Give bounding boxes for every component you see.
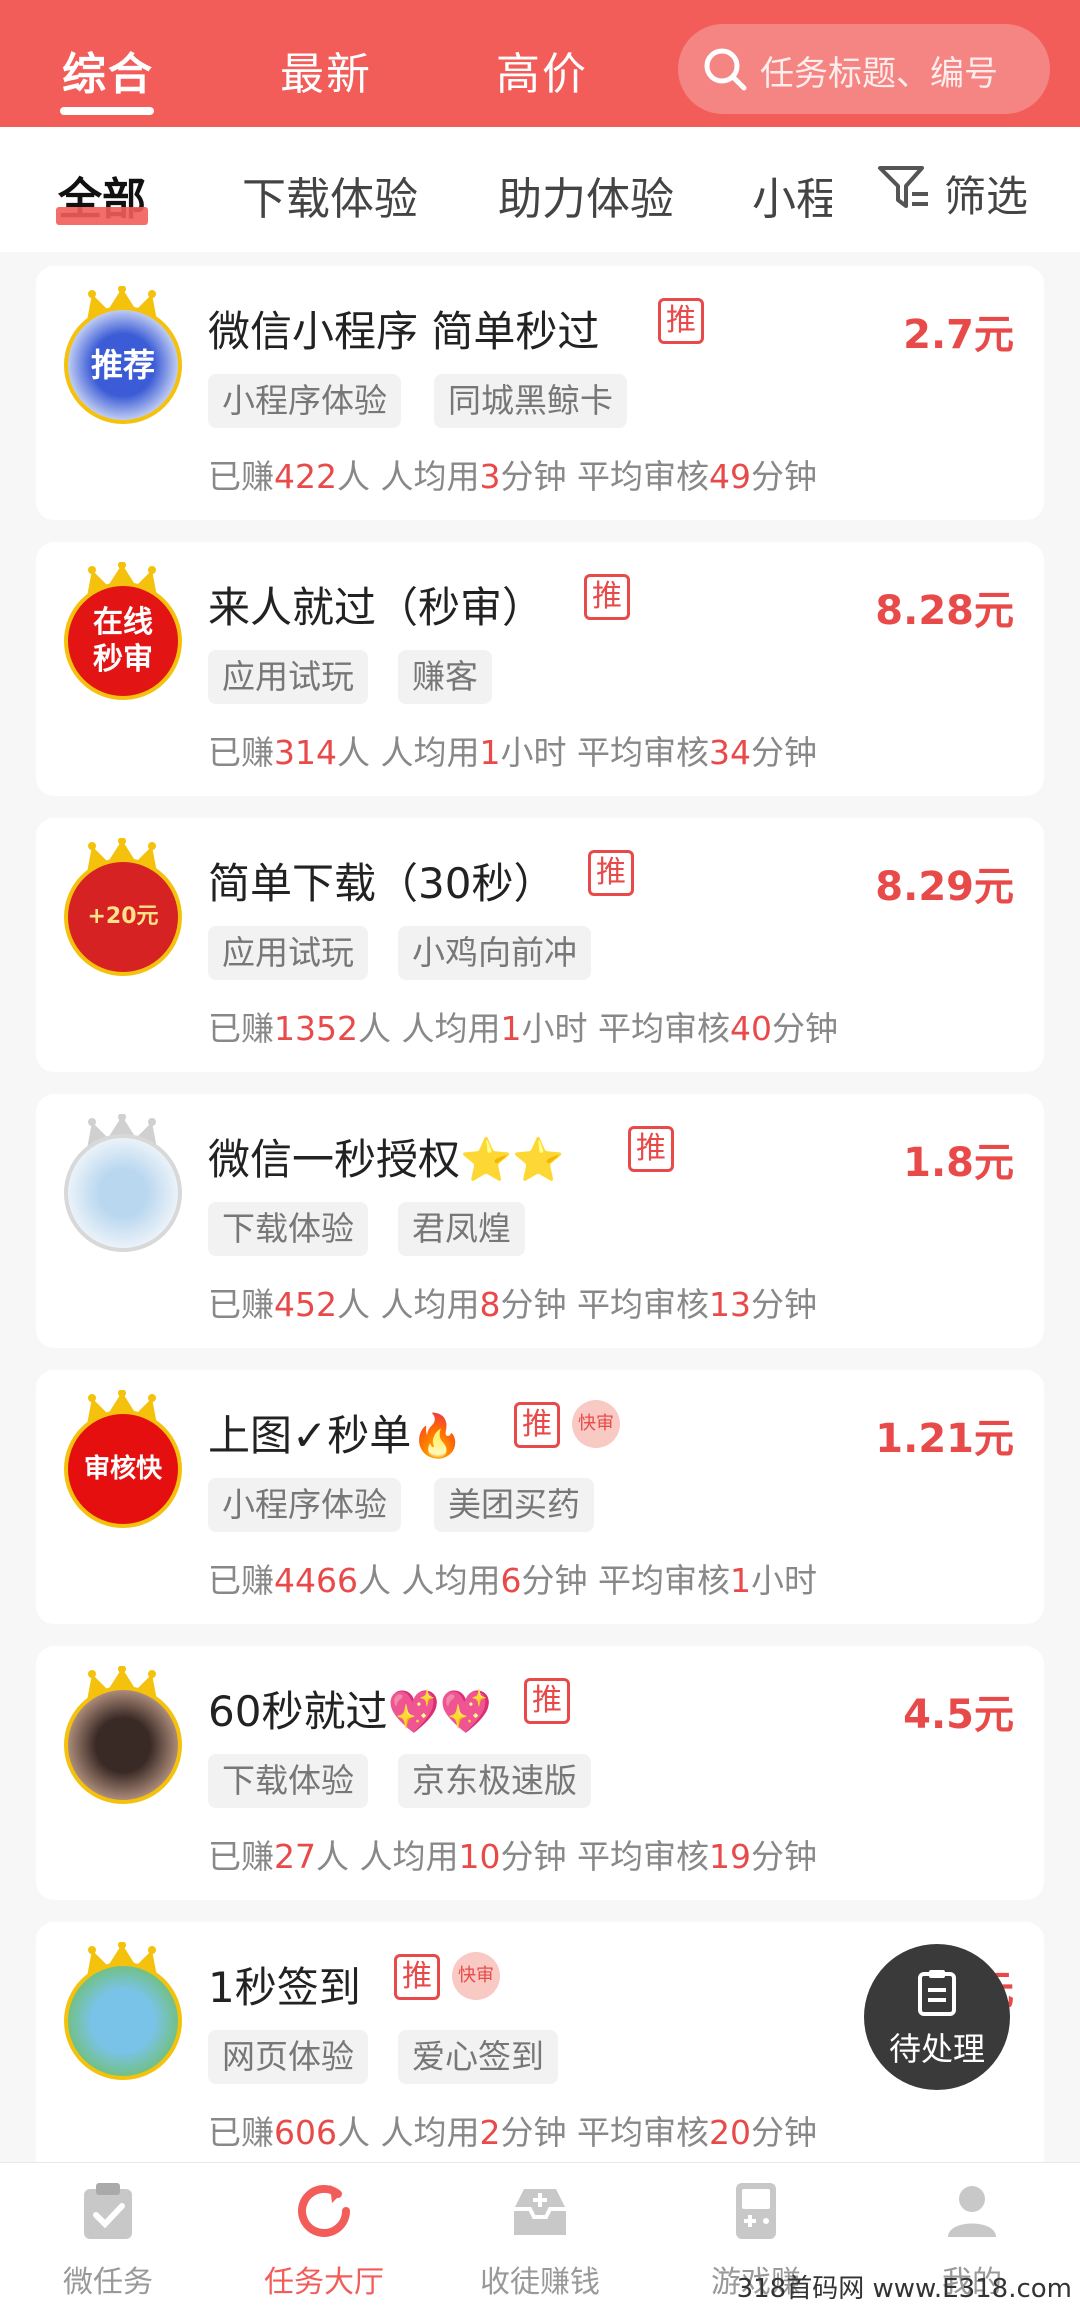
task-title: 1秒签到 [208,1963,361,2012]
avatar-text: +20元 [87,904,159,930]
recommend-badge: 推 [658,298,704,344]
recommend-badge: 推 [584,574,630,620]
watermark: 318首码网 www.E318.com [736,2274,1072,2304]
task-tag: 美团买药 [434,1478,594,1532]
task-avatar [64,1962,182,2080]
refresh-icon [298,2184,350,2237]
task-stats: 已赚606人 人均用2分钟 平均审核20分钟 [208,2113,817,2152]
task-avatar [64,1686,182,1804]
task-stats: 已赚314人 人均用1小时 平均审核34分钟 [208,733,817,772]
task-price: 4.5元 [903,1692,1014,1738]
recommend-badge: 推 [514,1402,560,1448]
task-tag: 小程序体验 [208,374,401,428]
task-title: 60秒就过💖💖 [208,1687,493,1736]
pending-label: 待处理 [888,2030,985,2068]
task-card[interactable]: +20元 简单下载（30秒） 推 8.29元应用试玩 小鸡向前冲已赚1352人 人均用1… [36,818,1044,1072]
nav-recruit[interactable]: 收徒赚钱 [432,2163,648,2305]
task-tag: 下载体验 [208,1202,368,1256]
task-stats: 已赚1352人 人均用1小时 平均审核40分钟 [208,1009,838,1048]
task-tag: 京东极速版 [398,1754,591,1808]
top-header: 综合 最新 高价 任务标题、编号 [0,0,1080,127]
task-tag: 应用试玩 [208,926,368,980]
task-avatar [64,1134,182,1252]
task-price: 1.8元 [903,1140,1014,1186]
task-title: 微信一秒授权⭐⭐ [208,1135,565,1184]
task-card[interactable]: 在线秒审 来人就过（秒审） 推 8.28元应用试玩 赚客已赚314人 人均用1小时 平均… [36,542,1044,796]
recommend-badge: 推 [628,1126,674,1172]
task-tag: 小鸡向前冲 [398,926,591,980]
task-tag: 爱心签到 [398,2030,558,2084]
nav-micro-task[interactable]: 微任务 [0,2163,216,2305]
task-tag: 小程序体验 [208,1478,401,1532]
task-stats: 已赚452人 人均用8分钟 平均审核13分钟 [208,1285,817,1324]
task-card[interactable]: 60秒就过💖💖 推 4.5元下载体验 京东极速版已赚27人 人均用10分钟 平均审核1… [36,1646,1044,1900]
task-price: 8.28元 [875,588,1014,634]
task-tag: 下载体验 [208,1754,368,1808]
task-avatar: +20元 [64,858,182,976]
task-tag: 赚客 [398,650,492,704]
search-icon [704,48,747,91]
fast-review-badge: 快审 [572,1400,620,1448]
tab-zonghe[interactable]: 综合 [62,38,154,102]
task-stats: 已赚4466人 人均用6分钟 平均审核1小时 [208,1561,817,1600]
task-tag: 君凤煌 [398,1202,525,1256]
task-stats: 已赚422人 人均用3分钟 平均审核49分钟 [208,457,817,496]
nav-label: 微任务 [63,2265,153,2300]
avatar-text: 审核快 [83,1453,162,1484]
task-price: 2.7元 [903,312,1014,358]
task-tag: 同城黑鲸卡 [434,374,627,428]
recommend-badge: 推 [524,1678,570,1724]
task-title: 来人就过（秒审） [208,583,545,632]
subtab-assist[interactable]: 助力体验 [498,163,674,227]
task-avatar: 审核快 [64,1410,182,1528]
task-tag: 网页体验 [208,2030,368,2084]
gameboy-icon [736,2183,776,2239]
task-stats: 已赚27人 人均用10分钟 平均审核19分钟 [208,1837,817,1876]
tab-gaojia[interactable]: 高价 [496,38,588,102]
pending-fab[interactable]: 待处理 [864,1944,1010,2090]
search-box[interactable]: 任务标题、编号 [678,24,1050,114]
task-title: 简单下载（30秒） [208,859,556,908]
task-title: 微信小程序 简单秒过 [208,307,600,356]
task-price: 8.29元 [875,864,1014,910]
subtab-miniprogram[interactable]: 小程 [752,163,832,223]
inbox-plus-icon [514,2189,566,2235]
clipboard-check-icon [84,2183,132,2239]
avatar-text: 推荐 [90,346,155,384]
task-title: 上图✓秒单🔥 [208,1411,464,1460]
nav-label: 任务大厅 [264,2265,384,2300]
subtab-download[interactable]: 下载体验 [242,163,418,227]
task-avatar: 在线秒审 [64,582,182,700]
recommend-badge: 推 [588,850,634,896]
tab-zuixin[interactable]: 最新 [280,38,372,102]
task-price: 1.21元 [875,1416,1014,1462]
task-avatar: 推荐 [64,306,182,424]
clipboard-icon [918,1970,956,2016]
avatar-text: 在线秒审 [93,604,153,678]
task-card[interactable]: 推荐 微信小程序 简单秒过 推 2.7元小程序体验 同城黑鲸卡已赚422人 人均用3分钟… [36,266,1044,520]
task-card[interactable]: 审核快 上图✓秒单🔥 推快审 1.21元小程序体验 美团买药已赚4466人 人均用6分钟… [36,1370,1044,1624]
subtab-indicator [56,207,148,225]
fast-review-badge: 快审 [452,1952,500,2000]
active-tab-indicator [60,107,154,115]
user-icon [948,2186,996,2237]
search-placeholder: 任务标题、编号 [760,54,998,94]
recommend-badge: 推 [394,1954,440,2000]
filter-icon[interactable] [876,162,932,212]
task-card[interactable]: 微信一秒授权⭐⭐ 推 1.8元下载体验 君凤煌已赚452人 人均用8分钟 平均审核13… [36,1094,1044,1348]
nav-task-hall[interactable]: 任务大厅 [216,2163,432,2305]
task-tag: 应用试玩 [208,650,368,704]
nav-label: 收徒赚钱 [480,2265,600,2300]
filter-label[interactable]: 筛选 [944,163,1028,224]
